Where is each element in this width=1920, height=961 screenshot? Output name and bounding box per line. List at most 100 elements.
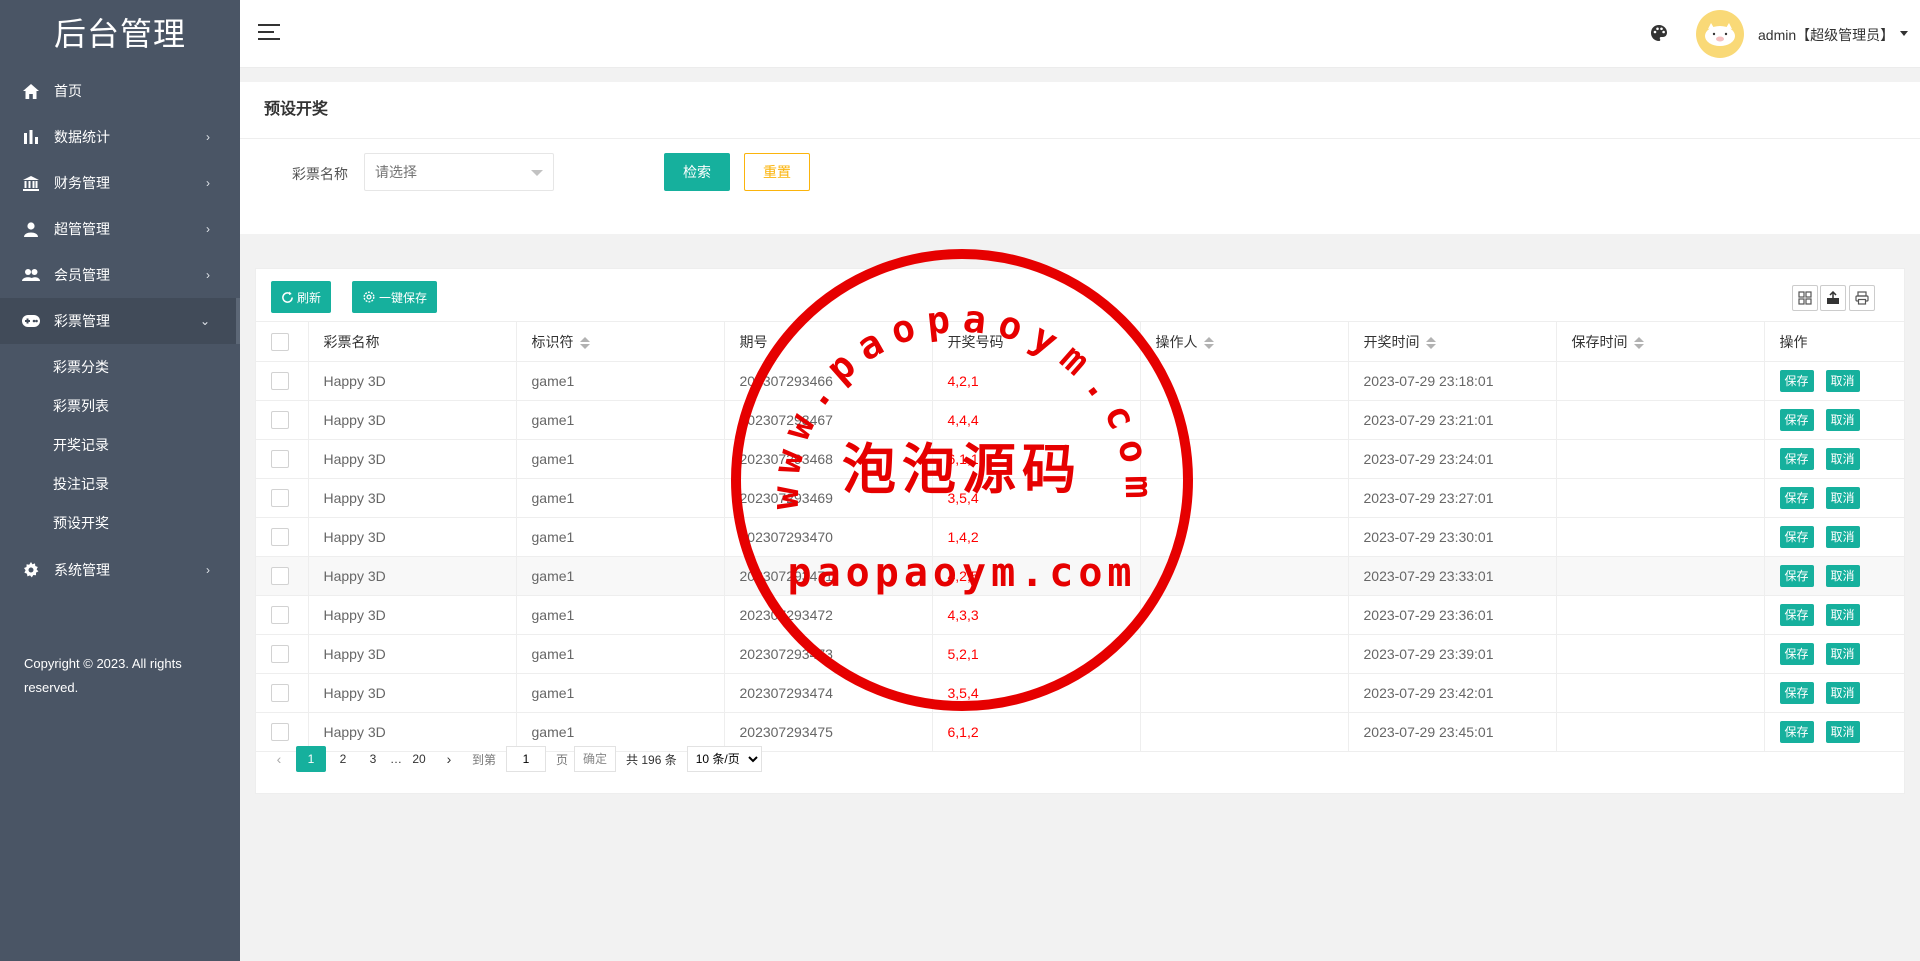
page-button[interactable]: 3 bbox=[360, 746, 386, 772]
sort-icon[interactable] bbox=[1633, 336, 1644, 350]
sort-icon[interactable] bbox=[579, 336, 590, 350]
cell-operator bbox=[1140, 712, 1349, 752]
sort-icon[interactable] bbox=[1203, 336, 1214, 350]
sidebar-item-lottery[interactable]: 彩票管理 ⌄ bbox=[0, 298, 240, 344]
cancel-button[interactable]: 取消 bbox=[1825, 604, 1860, 626]
sidebar-item-label: 彩票管理 bbox=[54, 313, 110, 329]
cancel-button[interactable]: 取消 bbox=[1825, 448, 1860, 470]
submenu-item-lottery-category[interactable]: 彩票分类 bbox=[0, 348, 240, 387]
sidebar-item-home[interactable]: 首页 bbox=[0, 68, 240, 114]
column-header[interactable]: 保存时间 bbox=[1556, 321, 1765, 362]
cancel-button[interactable]: 取消 bbox=[1825, 487, 1860, 509]
table-row[interactable]: Happy 3D game1 202307293467 4,4,4 2023-07-29… bbox=[256, 400, 1905, 440]
save-button[interactable]: 保存 bbox=[1779, 604, 1814, 626]
total-count: 共 196 条 bbox=[626, 752, 677, 767]
save-button[interactable]: 保存 bbox=[1779, 721, 1814, 743]
cell-identifier: game1 bbox=[516, 439, 725, 479]
cell-save-time bbox=[1556, 712, 1765, 752]
cell-identifier: game1 bbox=[516, 400, 725, 440]
lottery-name-select[interactable]: 请选择 bbox=[364, 153, 554, 191]
save-button[interactable]: 保存 bbox=[1779, 565, 1814, 587]
row-checkbox[interactable] bbox=[271, 411, 289, 430]
prev-page-icon[interactable]: ‹ bbox=[266, 746, 292, 772]
caret-down-icon[interactable] bbox=[1900, 31, 1908, 36]
save-button[interactable]: 保存 bbox=[1779, 448, 1814, 470]
page-button[interactable]: 2 bbox=[330, 746, 356, 772]
row-checkbox[interactable] bbox=[271, 723, 289, 742]
table-row[interactable]: Happy 3D game1 202307293468 6,1,1 2023-07-29… bbox=[256, 439, 1905, 479]
table-row[interactable]: Happy 3D game1 202307293470 1,4,2 2023-07-29… bbox=[256, 517, 1905, 557]
next-page-icon[interactable]: › bbox=[436, 746, 462, 772]
table-cell bbox=[256, 478, 309, 518]
table-cell: 保存 取消 bbox=[1764, 712, 1905, 752]
cancel-button[interactable]: 取消 bbox=[1825, 409, 1860, 431]
cancel-button[interactable]: 取消 bbox=[1825, 526, 1860, 548]
submenu-item-preset-draw[interactable]: 预设开奖 bbox=[0, 504, 240, 543]
brand-title: 后台管理 bbox=[53, 16, 186, 52]
save-all-button[interactable]: 一键保存 bbox=[352, 281, 438, 313]
cell-issue-number: 202307293473 bbox=[724, 634, 933, 674]
export-icon[interactable] bbox=[1820, 285, 1846, 311]
select-all-checkbox[interactable] bbox=[271, 332, 289, 351]
sidebar: 后台管理 首页 数据统计 › 财务管理 › 超管管理 › 会员管理 › 彩票管理… bbox=[0, 0, 240, 961]
cancel-button[interactable]: 取消 bbox=[1825, 643, 1860, 665]
sidebar-item-members[interactable]: 会员管理 › bbox=[0, 252, 240, 298]
row-checkbox[interactable] bbox=[271, 450, 289, 469]
search-panel: 预设开奖 彩票名称 请选择 检索 重置 bbox=[240, 82, 1920, 234]
save-button[interactable]: 保存 bbox=[1779, 526, 1814, 548]
save-button[interactable]: 保存 bbox=[1779, 370, 1814, 392]
cell-issue-number: 202307293469 bbox=[724, 478, 933, 518]
sort-icon[interactable] bbox=[1425, 336, 1436, 350]
cancel-button[interactable]: 取消 bbox=[1825, 565, 1860, 587]
sidebar-item-superadmin[interactable]: 超管管理 › bbox=[0, 206, 240, 252]
row-checkbox[interactable] bbox=[271, 528, 289, 547]
sidebar-item-statistics[interactable]: 数据统计 › bbox=[0, 114, 240, 160]
home-icon bbox=[22, 82, 40, 100]
goto-label: 到第 bbox=[472, 752, 497, 767]
save-button[interactable]: 保存 bbox=[1779, 487, 1814, 509]
columns-filter-icon[interactable] bbox=[1792, 285, 1818, 311]
save-button[interactable]: 保存 bbox=[1779, 643, 1814, 665]
table-row[interactable]: Happy 3D game1 202307293473 5,2,1 2023-07-29… bbox=[256, 634, 1905, 674]
avatar[interactable] bbox=[1696, 10, 1744, 58]
table-row[interactable]: Happy 3D game1 202307293471 4,2,5 2023-07-29… bbox=[256, 556, 1905, 596]
submenu-item-bet-records[interactable]: 投注记录 bbox=[0, 465, 240, 504]
cell-draw-numbers: 4,3,3 bbox=[932, 595, 1141, 635]
cancel-button[interactable]: 取消 bbox=[1825, 721, 1860, 743]
table-cell bbox=[256, 439, 309, 479]
submenu-item-draw-records[interactable]: 开奖记录 bbox=[0, 426, 240, 465]
row-checkbox[interactable] bbox=[271, 567, 289, 586]
submenu-item-lottery-list[interactable]: 彩票列表 bbox=[0, 387, 240, 426]
refresh-button[interactable]: 刷新 bbox=[271, 281, 332, 313]
row-checkbox[interactable] bbox=[271, 684, 289, 703]
row-checkbox[interactable] bbox=[271, 372, 289, 391]
row-checkbox[interactable] bbox=[271, 645, 289, 664]
page-size-select[interactable]: 10 条/页 bbox=[686, 746, 762, 772]
search-button[interactable]: 检索 bbox=[664, 153, 730, 191]
column-header[interactable]: 开奖时间 bbox=[1348, 321, 1557, 362]
goto-page-input[interactable] bbox=[506, 746, 547, 772]
goto-confirm-button[interactable]: 确定 bbox=[574, 746, 617, 772]
cancel-button[interactable]: 取消 bbox=[1825, 370, 1860, 392]
palette-icon[interactable] bbox=[1650, 24, 1668, 42]
table-row[interactable]: Happy 3D game1 202307293472 4,3,3 2023-07-29… bbox=[256, 595, 1905, 635]
table-row[interactable]: Happy 3D game1 202307293474 3,5,4 2023-07-29… bbox=[256, 673, 1905, 713]
print-icon[interactable] bbox=[1849, 285, 1875, 311]
page-button-current[interactable]: 1 bbox=[296, 746, 326, 772]
table-row[interactable]: Happy 3D game1 202307293469 3,5,4 2023-07-29… bbox=[256, 478, 1905, 518]
row-checkbox[interactable] bbox=[271, 489, 289, 508]
save-button[interactable]: 保存 bbox=[1779, 682, 1814, 704]
save-button[interactable]: 保存 bbox=[1779, 409, 1814, 431]
column-header[interactable]: 操作人 bbox=[1140, 321, 1349, 362]
table-header-row: 彩票名称 标识符 期号 开奖号码 操作人 开奖时间 保存时间 操作 bbox=[256, 321, 1905, 362]
user-name[interactable]: admin【超级管理员】 bbox=[1758, 25, 1894, 45]
menu-toggle-icon[interactable] bbox=[258, 24, 280, 42]
reset-button[interactable]: 重置 bbox=[744, 153, 810, 191]
row-checkbox[interactable] bbox=[271, 606, 289, 625]
cancel-button[interactable]: 取消 bbox=[1825, 682, 1860, 704]
column-header[interactable]: 标识符 bbox=[516, 321, 725, 362]
table-row[interactable]: Happy 3D game1 202307293466 4,2,1 2023-07-29… bbox=[256, 361, 1905, 401]
sidebar-item-finance[interactable]: 财务管理 › bbox=[0, 160, 240, 206]
page-button-last[interactable]: 20 bbox=[406, 746, 432, 772]
sidebar-item-system[interactable]: 系统管理 › bbox=[0, 547, 240, 593]
